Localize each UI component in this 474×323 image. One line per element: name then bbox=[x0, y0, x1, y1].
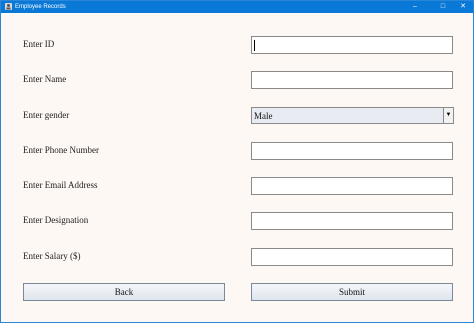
salary-label: Enter Salary ($) bbox=[23, 251, 81, 261]
gender-label: Enter gender bbox=[23, 110, 70, 120]
gender-select[interactable]: Male ▼ bbox=[251, 107, 454, 124]
app-window-icon bbox=[5, 3, 12, 10]
id-label: Enter ID bbox=[23, 39, 55, 49]
email-label: Enter Email Address bbox=[23, 180, 98, 190]
designation-label: Enter Designation bbox=[23, 215, 89, 225]
submit-button[interactable]: Submit bbox=[251, 283, 453, 301]
minimize-button[interactable]: – bbox=[405, 1, 425, 13]
name-label: Enter Name bbox=[23, 74, 67, 84]
employee-records-window: Employee Records – □ ✕ Enter ID Enter Na… bbox=[0, 0, 474, 323]
email-field[interactable] bbox=[251, 177, 453, 195]
close-button[interactable]: ✕ bbox=[453, 1, 473, 13]
phone-field[interactable] bbox=[251, 142, 453, 160]
gender-selected-value: Male bbox=[254, 111, 273, 121]
name-field[interactable] bbox=[251, 71, 453, 89]
window-title: Employee Records bbox=[15, 4, 66, 10]
salary-field[interactable] bbox=[251, 248, 453, 266]
maximize-button[interactable]: □ bbox=[433, 1, 453, 13]
back-button[interactable]: Back bbox=[23, 283, 225, 301]
text-cursor bbox=[254, 40, 255, 51]
title-bar: Employee Records – □ ✕ bbox=[1, 1, 473, 13]
chevron-down-icon[interactable]: ▼ bbox=[443, 108, 453, 123]
designation-field[interactable] bbox=[251, 212, 453, 230]
id-field[interactable] bbox=[251, 36, 453, 54]
phone-label: Enter Phone Number bbox=[23, 145, 99, 155]
